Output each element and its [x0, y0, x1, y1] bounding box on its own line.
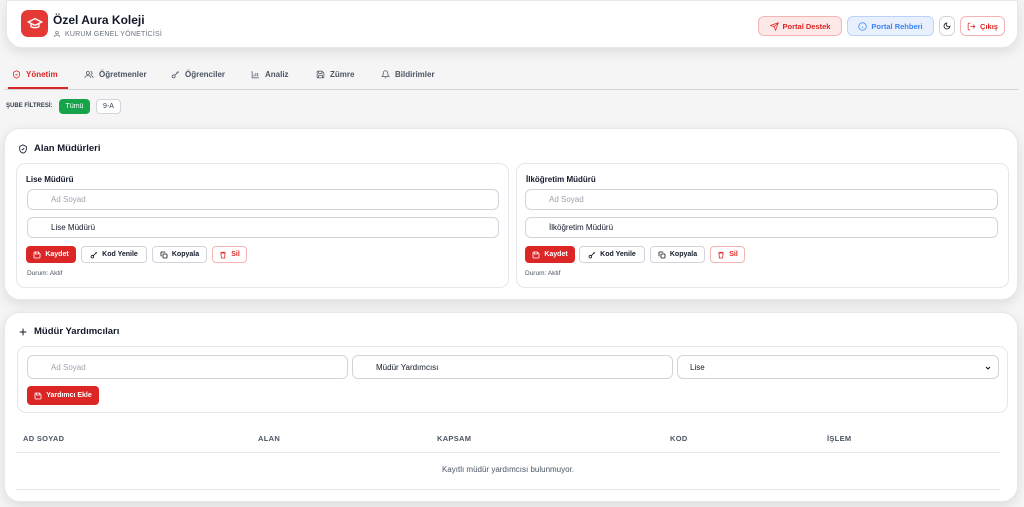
institution-name: Özel Aura Koleji: [53, 13, 145, 27]
copy-icon: [658, 251, 666, 258]
filter-chip-all[interactable]: Tümü: [59, 99, 90, 114]
assistants-section-title: Müdür Yardımcıları: [18, 326, 119, 337]
copy-button[interactable]: Kopyala: [650, 246, 705, 263]
add-assistant-button[interactable]: Yardımcı Ekle: [27, 386, 99, 405]
managers-section: Alan Müdürleri Lise Müdürü Ad Soyad Lise…: [4, 128, 1018, 300]
save-icon: [316, 70, 325, 79]
table-header-area: ALAN: [258, 434, 281, 443]
manager-position-input[interactable]: İlköğretim Müdürü: [525, 217, 998, 238]
key-icon: [588, 251, 596, 258]
info-icon: [858, 21, 867, 31]
shield-icon: [19, 143, 27, 154]
plus-icon: [19, 328, 27, 335]
active-tab-indicator: [8, 87, 68, 89]
app-header: Özel Aura Koleji KURUM GENEL YÖNETİCİSİ …: [6, 0, 1018, 48]
renew-code-button[interactable]: Kod Yenile: [579, 246, 645, 263]
save-button[interactable]: Kaydet: [26, 246, 76, 263]
assistant-name-input[interactable]: Ad Soyad: [27, 355, 348, 379]
theme-toggle-button[interactable]: [939, 16, 955, 36]
bell-icon: [381, 70, 390, 79]
tab-zumre[interactable]: Zümre: [316, 70, 354, 79]
trash-icon: [220, 251, 227, 258]
table-header-code: KOD: [670, 434, 688, 443]
table-header-scope: KAPSAM: [437, 434, 472, 443]
chevron-down-icon: [985, 366, 991, 370]
delete-button[interactable]: Sil: [212, 246, 247, 263]
portal-support-button[interactable]: Portal Destek: [758, 16, 842, 36]
assistant-form: Ad Soyad Müdür Yardımcısı Lise Yardımcı …: [17, 346, 1008, 413]
user-role: KURUM GENEL YÖNETİCİSİ: [53, 30, 162, 38]
filter-chip-9a[interactable]: 9-A: [96, 99, 121, 114]
logout-button[interactable]: Çıkış: [960, 16, 1005, 36]
manager-card-ilkogretim: İlköğretim Müdürü Ad Soyad İlköğretim Mü…: [516, 163, 1009, 288]
manager-name-input[interactable]: Ad Soyad: [525, 189, 998, 210]
bar-chart-icon: [251, 71, 259, 79]
send-icon: [769, 21, 779, 31]
managers-section-title: Alan Müdürleri: [18, 143, 101, 154]
manager-card-title: İlköğretim Müdürü: [526, 175, 596, 184]
tab-yonetim[interactable]: Yönetim: [12, 70, 58, 79]
table-divider: [16, 452, 1000, 453]
user-role-label: KURUM GENEL YÖNETİCİSİ: [65, 30, 162, 38]
users-icon: [84, 71, 94, 78]
manager-card-title: Lise Müdürü: [26, 175, 74, 184]
tab-bildirimler[interactable]: Bildirimler: [381, 70, 435, 79]
tab-analiz[interactable]: Analiz: [251, 70, 289, 79]
user-icon: [54, 30, 60, 38]
save-icon: [532, 251, 540, 258]
graduation-cap-icon: [21, 10, 48, 37]
trash-icon: [718, 251, 725, 258]
manager-status: Durum: Aktif: [27, 270, 63, 277]
copy-button[interactable]: Kopyala: [152, 246, 207, 263]
copy-icon: [160, 251, 168, 258]
manager-status: Durum: Aktif: [525, 270, 561, 277]
portal-guide-button[interactable]: Portal Rehberi: [847, 16, 934, 36]
manager-position-input[interactable]: Lise Müdürü: [27, 217, 499, 238]
tab-ogretmenler[interactable]: Öğretmenler: [84, 70, 147, 79]
manager-card-lise: Lise Müdürü Ad Soyad Lise Müdürü Kaydet …: [16, 163, 509, 288]
key-icon: [90, 251, 98, 258]
save-button[interactable]: Kaydet: [525, 246, 575, 263]
assistant-position-input[interactable]: Müdür Yardımcısı: [352, 355, 673, 379]
table-divider: [16, 489, 1000, 490]
shield-icon: [13, 70, 20, 79]
manager-name-input[interactable]: Ad Soyad: [27, 189, 499, 210]
save-icon: [33, 251, 41, 258]
table-header-name: AD SOYAD: [23, 434, 65, 443]
main-tabs: Yönetim Öğretmenler Öğrenciler Analiz Zü…: [4, 66, 1018, 90]
branch-filter-label: ŞUBE FİLTRESİ:: [6, 103, 53, 109]
renew-code-button[interactable]: Kod Yenile: [81, 246, 147, 263]
table-header-action: İŞLEM: [827, 434, 852, 443]
key-icon: [171, 71, 179, 79]
logout-icon: [967, 22, 976, 30]
tab-ogrenciler[interactable]: Öğrenciler: [171, 70, 225, 79]
moon-icon: [943, 22, 951, 30]
delete-button[interactable]: Sil: [710, 246, 745, 263]
scope-select[interactable]: Lise: [677, 355, 999, 379]
table-empty-message: Kayıtlı müdür yardımcısı bulunmuyor.: [441, 465, 575, 474]
save-icon: [34, 392, 42, 399]
